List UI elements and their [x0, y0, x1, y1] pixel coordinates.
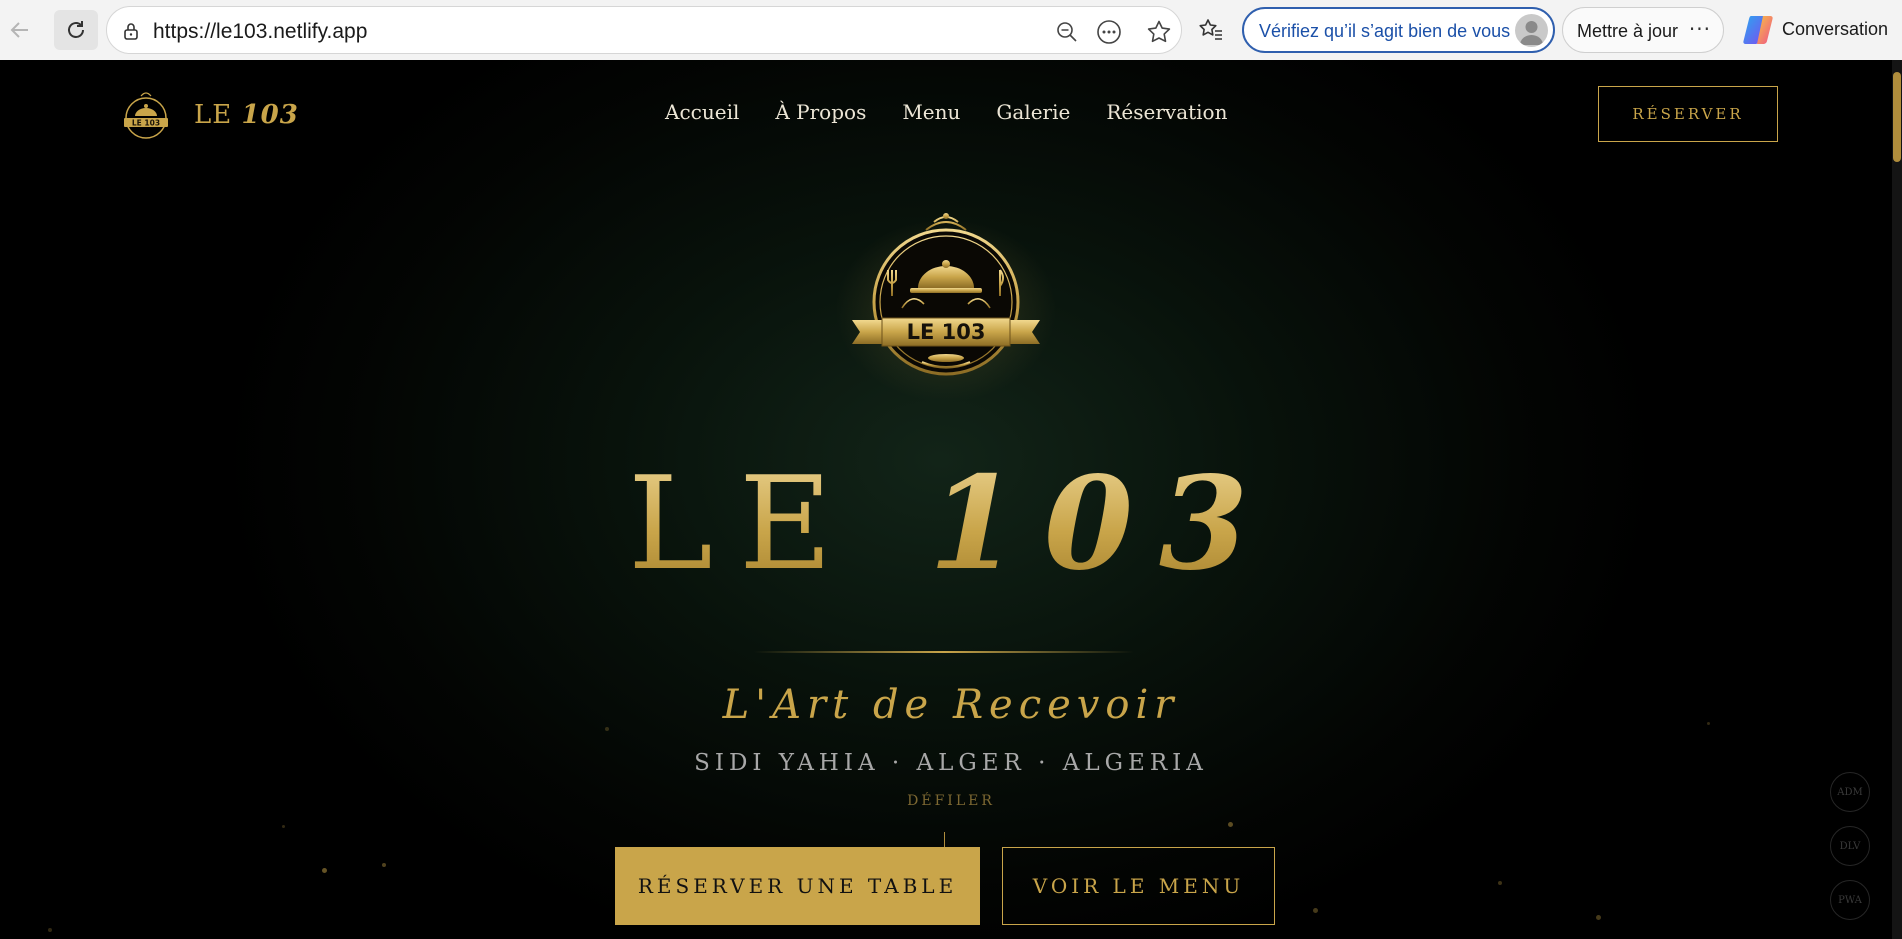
update-button[interactable]: Mettre à jour ··· [1562, 7, 1724, 53]
sparkle [382, 863, 386, 867]
nav-link-reservation[interactable]: Réservation [1106, 100, 1227, 124]
nav-link-a-propos[interactable]: À Propos [775, 100, 866, 124]
book-table-button[interactable]: RÉSERVER UNE TABLE [615, 847, 980, 925]
hero-location: SIDI YAHIA · ALGER · ALGERIA [694, 750, 1208, 776]
browser-toolbar: https://le103.netlify.app Vérifiez qu’il… [0, 0, 1902, 60]
more-tools-icon[interactable] [1096, 19, 1122, 45]
copilot-button[interactable]: Conversation [1736, 10, 1902, 50]
url-text: https://le103.netlify.app [153, 20, 368, 43]
nav-link-galerie[interactable]: Galerie [996, 100, 1070, 124]
scroll-hint[interactable]: DÉFILER [0, 793, 1902, 809]
sparkle [1596, 915, 1601, 920]
page-scrollbar[interactable] [1892, 60, 1902, 939]
brand-logo[interactable]: LE 103 LE 103 [118, 88, 299, 142]
favorites-list-icon[interactable] [1198, 17, 1224, 43]
brand-name: LE 103 [194, 100, 299, 130]
nav-link-accueil[interactable]: Accueil [665, 100, 739, 124]
sparkle [1228, 822, 1233, 827]
hero-title-number: 103 [928, 449, 1275, 599]
main-navigation: Accueil À Propos Menu Galerie Réservatio… [665, 100, 1263, 124]
sparkle [1313, 908, 1318, 913]
sparkle [1498, 881, 1502, 885]
sparkle [282, 825, 285, 828]
profile-avatar [1515, 14, 1548, 47]
pwa-shortcut-button[interactable]: PWA [1830, 880, 1870, 920]
copilot-icon [1743, 16, 1773, 44]
brand-number: 103 [241, 100, 299, 130]
restaurant-emblem-icon: LE 103 [124, 92, 168, 139]
reload-icon [68, 21, 84, 38]
more-icon: ··· [1688, 17, 1711, 41]
update-label: Mettre à jour [1577, 21, 1679, 41]
sparkle [322, 868, 327, 873]
brand-prefix: LE [194, 100, 233, 130]
reload-button[interactable] [54, 10, 98, 50]
sparkle [48, 928, 52, 932]
copilot-label: Conversation [1782, 19, 1889, 39]
gold-divider [754, 651, 1134, 653]
admin-shortcut-button[interactable]: ADM [1830, 772, 1870, 812]
hero-title: LE 103 [0, 460, 1902, 589]
hero-section: LE 103 LE 103 Accueil À Propos Menu Gale… [0, 60, 1902, 939]
restaurant-emblem: LE 103 [852, 213, 1040, 376]
delivery-shortcut-button[interactable]: DLV [1830, 826, 1870, 866]
scrollbar-thumb[interactable] [1893, 72, 1901, 162]
hero-title-prefix: LE [627, 450, 859, 599]
view-menu-button[interactable]: VOIR LE MENU [1002, 847, 1275, 925]
svg-text:LE 103: LE 103 [132, 119, 160, 128]
lock-icon [124, 23, 138, 40]
nav-link-menu[interactable]: Menu [902, 100, 960, 124]
verify-identity-button[interactable]: Vérifiez qu’il s’agit bien de vous [1242, 7, 1555, 53]
back-arrow-icon [10, 22, 28, 38]
verify-label: Vérifiez qu’il s’agit bien de vous [1259, 21, 1511, 41]
zoom-out-icon[interactable] [1054, 19, 1080, 45]
scroll-indicator-line [944, 832, 945, 848]
back-button[interactable] [2, 12, 38, 48]
emblem-text: LE 103 [907, 320, 986, 344]
hero-tagline: L'Art de Recevoir [722, 682, 1180, 728]
address-bar[interactable]: https://le103.netlify.app [106, 6, 1182, 54]
reserve-button[interactable]: RÉSERVER [1598, 86, 1778, 142]
favorite-star-icon[interactable] [1146, 19, 1172, 45]
